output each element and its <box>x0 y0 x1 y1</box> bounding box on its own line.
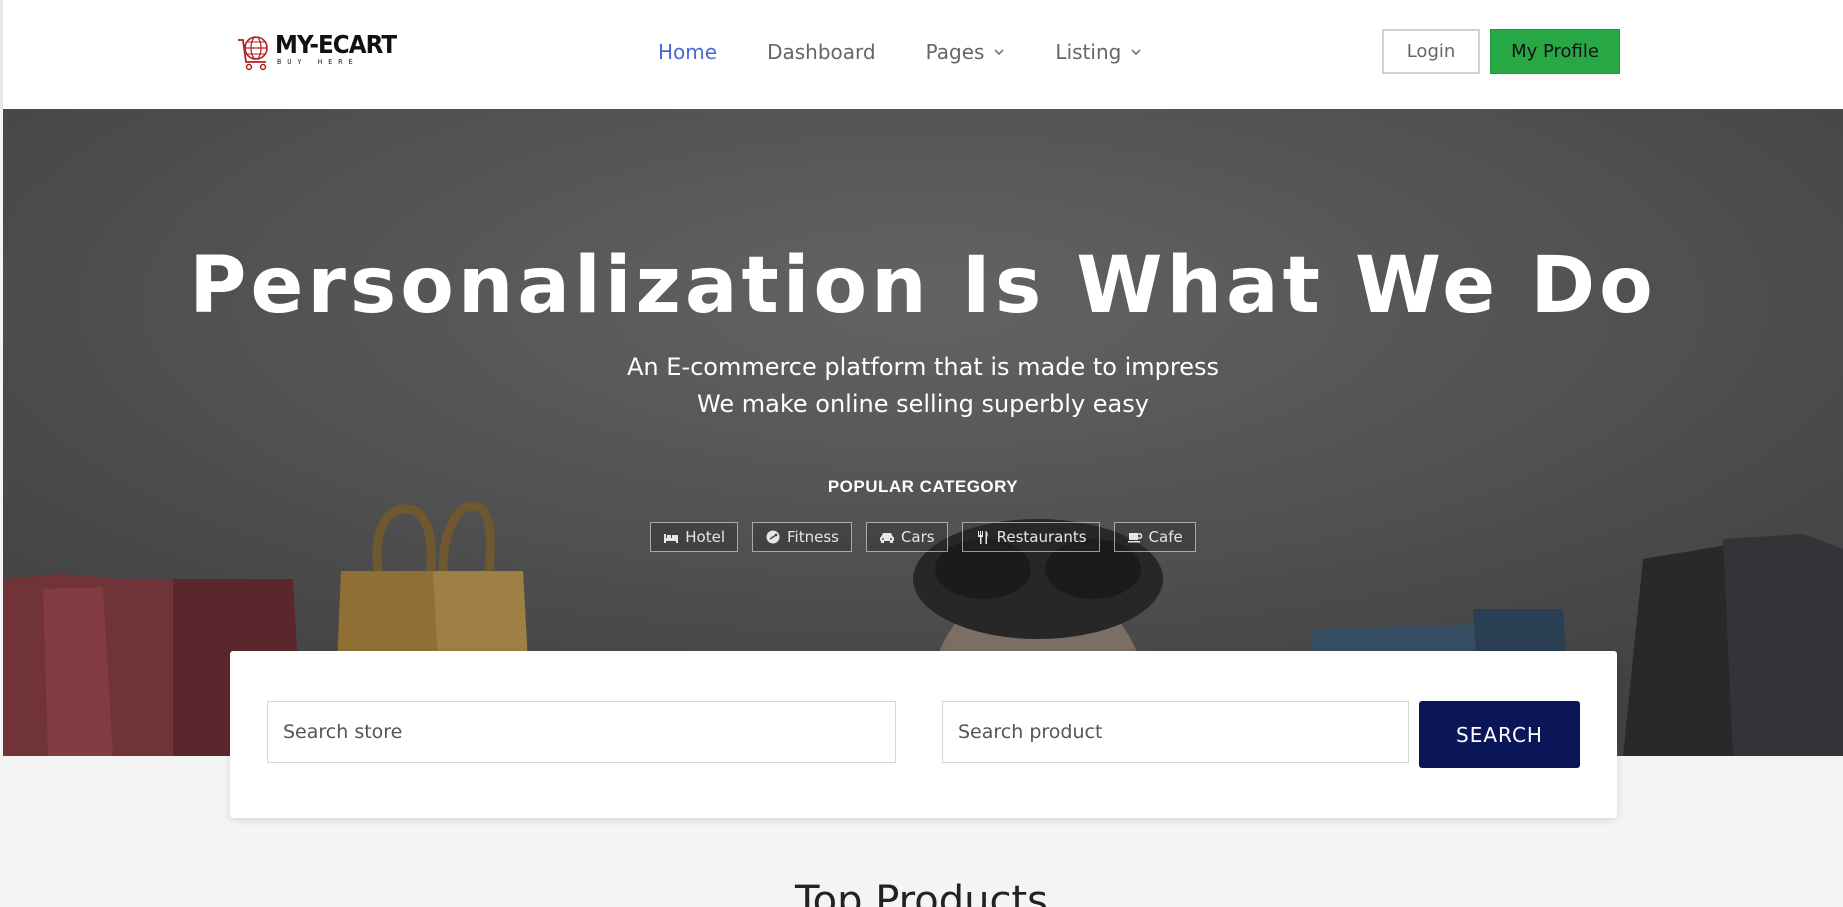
nav-item-label: Home <box>658 40 718 64</box>
bed-icon <box>664 534 679 543</box>
category-chip-label: Cafe <box>1148 528 1183 546</box>
nav-item-pages[interactable]: Pages <box>926 40 1006 64</box>
fitness-icon <box>766 530 780 544</box>
nav-item-dashboard[interactable]: Dashboard <box>767 40 876 64</box>
category-chip-fitness[interactable]: Fitness <box>752 522 852 552</box>
category-chip-label: Cars <box>900 528 935 546</box>
category-chip-label: Hotel <box>685 528 725 546</box>
search-panel: Search store Search product SEARCH <box>230 651 1617 818</box>
brand-name: MY-ECART <box>275 30 397 59</box>
popular-category-heading: POPULAR CATEGORY <box>827 477 1019 496</box>
hero-subtitle-line1: An E-commerce platform that is made to i… <box>626 353 1220 381</box>
main-nav: Home Dashboard Pages Listing <box>658 0 1192 104</box>
category-chip-label: Fitness <box>787 528 839 546</box>
coffee-icon <box>1127 533 1142 543</box>
login-button[interactable]: Login <box>1382 29 1480 74</box>
car-icon <box>879 533 894 543</box>
search-product-input[interactable]: Search product <box>942 701 1409 763</box>
category-chip-cars[interactable]: Cars <box>865 522 948 552</box>
category-chip-label: Restaurants <box>996 528 1087 546</box>
chevron-down-icon <box>994 49 1004 56</box>
brand-tagline: BUY HERE <box>277 58 359 66</box>
search-store-input[interactable]: Search store <box>267 701 896 763</box>
top-navbar: MY-ECART BUY HERE Home Dashboard Pages L… <box>0 0 1843 109</box>
hero-title: Personalization Is What We Do <box>189 241 1657 331</box>
nav-item-listing[interactable]: Listing <box>1055 40 1142 64</box>
cart-globe-icon <box>238 36 268 71</box>
category-chip-restaurants[interactable]: Restaurants <box>961 522 1100 552</box>
nav-item-label: Pages <box>925 40 985 64</box>
section-title-top-products: Top Products <box>795 878 1048 907</box>
category-chip-hotel[interactable]: Hotel <box>650 522 738 552</box>
category-chip-cafe[interactable]: Cafe <box>1113 522 1196 552</box>
utensils-icon <box>977 531 988 544</box>
hero-subtitle-line2: We make online selling superbly easy <box>697 390 1149 418</box>
chevron-down-icon <box>1131 49 1141 56</box>
brand-logo[interactable]: MY-ECART BUY HERE <box>237 32 407 76</box>
my-profile-button[interactable]: My Profile <box>1490 29 1620 74</box>
category-chips: Hotel Fitness Cars Restaurants Cafe <box>3 522 1843 552</box>
nav-item-label: Dashboard <box>767 40 876 64</box>
search-button[interactable]: SEARCH <box>1419 701 1580 768</box>
nav-item-home[interactable]: Home <box>658 40 717 64</box>
page: MY-ECART BUY HERE Home Dashboard Pages L… <box>0 0 1843 907</box>
nav-item-label: Listing <box>1055 40 1122 64</box>
